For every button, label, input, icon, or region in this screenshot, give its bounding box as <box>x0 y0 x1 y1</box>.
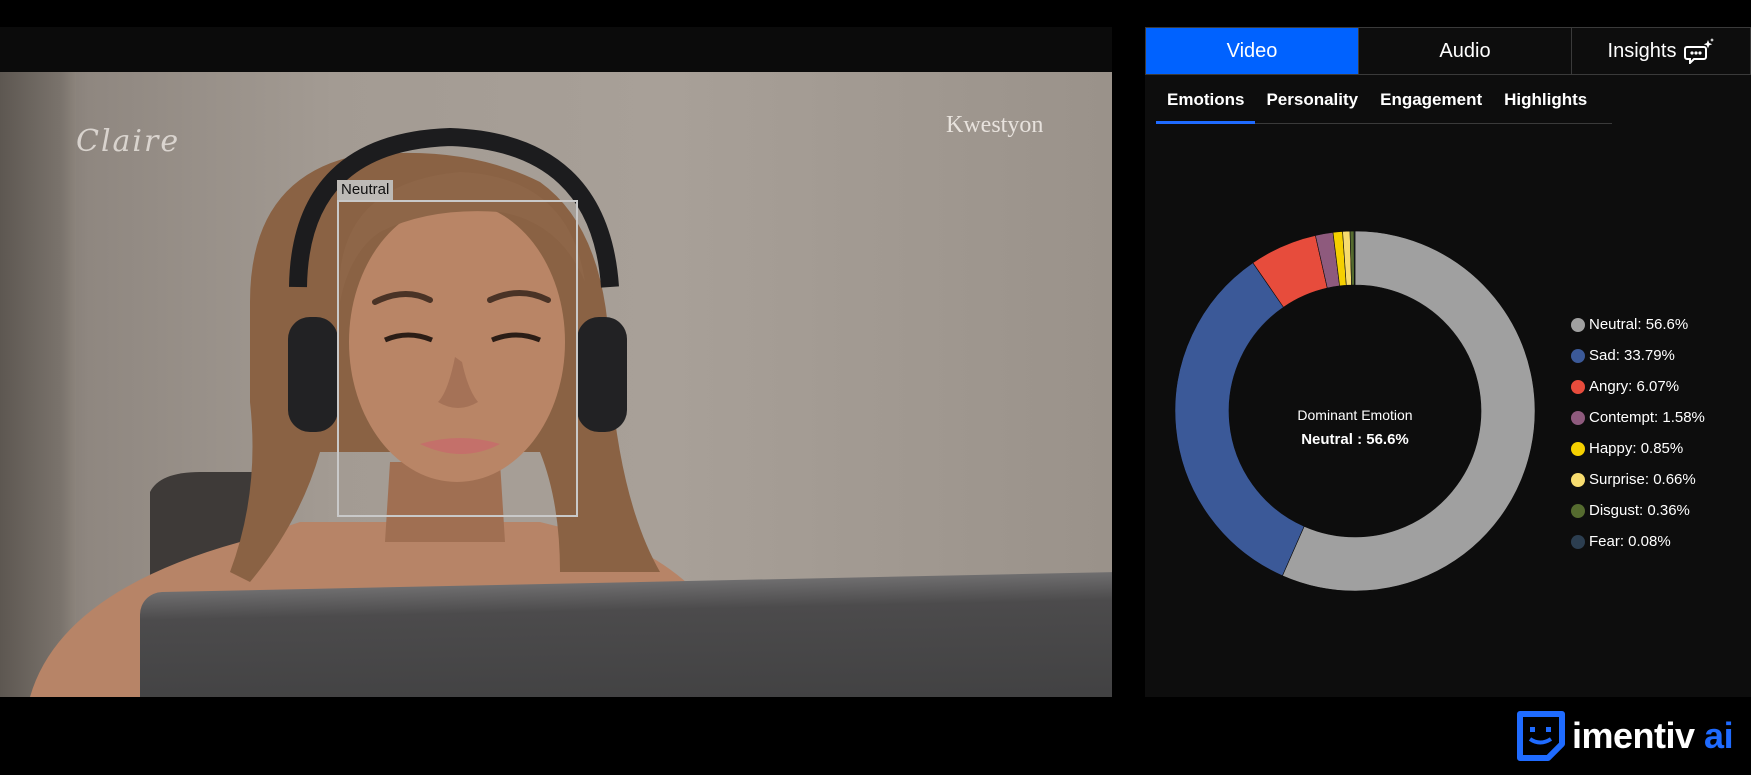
legend-label-contempt: Contempt: 1.58% <box>1589 409 1705 426</box>
face-detection-box <box>337 200 578 517</box>
participant-name-overlay: Claire <box>76 124 181 159</box>
legend-item-contempt[interactable]: Contempt: 1.58% <box>1571 402 1751 433</box>
laptop <box>140 571 1112 697</box>
imentiv-logo-text: imentiv ai <box>1572 715 1734 757</box>
legend-dot-neutral <box>1571 317 1585 332</box>
legend-item-surprise[interactable]: Surprise: 0.66% <box>1571 464 1751 495</box>
emotion-legend: Neutral: 56.6% Sad: 33.79% Angry: 6.07% Con… <box>1571 309 1751 557</box>
legend-item-sad[interactable]: Sad: 33.79% <box>1571 340 1751 371</box>
donut-slice-fear[interactable] <box>1353 230 1356 286</box>
legend-label-happy: Happy: 0.85% <box>1589 440 1684 457</box>
legend-item-happy[interactable]: Happy: 0.85% <box>1571 433 1751 464</box>
brand-watermark: Kwestyon <box>946 112 1044 138</box>
video-player[interactable]: Claire Kwestyon Neutral <box>0 72 1112 697</box>
legend-label-disgust: Disgust: 0.36% <box>1589 502 1690 519</box>
logo-suffix: ai <box>1694 715 1734 756</box>
ai-chat-sparkle-icon <box>1684 38 1715 64</box>
analysis-panel: Video Audio Insights Emotions Personalit… <box>1145 27 1751 697</box>
tab-audio[interactable]: Audio <box>1359 28 1572 74</box>
legend-label-sad: Sad: 33.79% <box>1589 347 1675 364</box>
tab-video-label: Video <box>1226 39 1278 62</box>
main-tabs: Video Audio Insights <box>1145 27 1751 75</box>
tab-insights[interactable]: Insights <box>1572 28 1750 74</box>
legend-dot-fear <box>1571 534 1585 549</box>
legend-item-disgust[interactable]: Disgust: 0.36% <box>1571 495 1751 526</box>
subtab-personality[interactable]: Personality <box>1255 87 1369 124</box>
donut-center-title: Dominant Emotion <box>1297 407 1413 423</box>
video-panel: Claire Kwestyon Neutral <box>0 27 1112 697</box>
logo-brand: imentiv <box>1572 715 1695 756</box>
legend-dot-sad <box>1571 348 1585 363</box>
legend-label-angry: Angry: 6.07% <box>1589 378 1680 395</box>
subtab-highlights[interactable]: Highlights <box>1493 87 1598 124</box>
analysis-subtabs: Emotions Personality Engagement Highligh… <box>1156 87 1612 124</box>
face-emotion-label: Neutral <box>337 180 394 200</box>
donut-center-value: Neutral : 56.6% <box>1301 431 1409 448</box>
legend-label-surprise: Surprise: 0.66% <box>1589 471 1696 488</box>
tab-video[interactable]: Video <box>1146 28 1359 74</box>
tab-insights-label: Insights <box>1607 39 1677 62</box>
legend-dot-angry <box>1571 379 1585 394</box>
legend-dot-contempt <box>1571 410 1585 425</box>
imentiv-logo-icon <box>1517 711 1565 761</box>
legend-dot-happy <box>1571 441 1585 456</box>
tab-audio-label: Audio <box>1439 39 1491 62</box>
legend-item-angry[interactable]: Angry: 6.07% <box>1571 371 1751 402</box>
legend-label-fear: Fear: 0.08% <box>1589 533 1671 550</box>
legend-item-fear[interactable]: Fear: 0.08% <box>1571 526 1751 557</box>
legend-dot-surprise <box>1571 472 1585 487</box>
imentiv-logo: imentiv ai <box>1516 710 1734 762</box>
subtab-engagement[interactable]: Engagement <box>1369 87 1493 124</box>
legend-label-neutral: Neutral: 56.6% <box>1589 316 1689 333</box>
subtab-emotions[interactable]: Emotions <box>1156 87 1256 124</box>
legend-dot-disgust <box>1571 503 1585 518</box>
legend-item-neutral[interactable]: Neutral: 56.6% <box>1571 309 1751 340</box>
